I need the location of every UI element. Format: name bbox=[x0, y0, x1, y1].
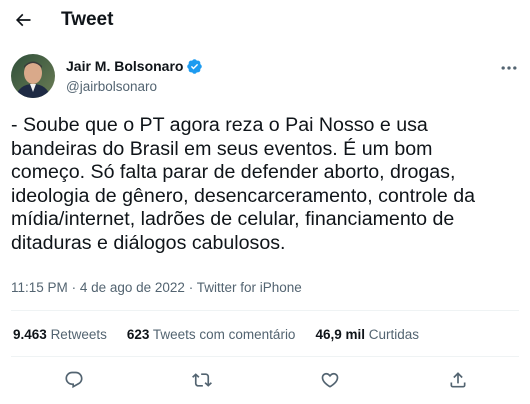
arrow-left-icon bbox=[15, 13, 31, 27]
retweets-count: 9.463 bbox=[13, 327, 47, 342]
likes-count: 46,9 mil bbox=[315, 327, 365, 342]
quotes-count: 623 bbox=[126, 327, 150, 342]
tweet-meta: 11:15 PM · 4 de ago de 2022 · Twitter fo… bbox=[11, 279, 302, 296]
tweet-actions bbox=[0, 362, 530, 398]
more-horizontal-icon bbox=[501, 66, 517, 70]
share-icon bbox=[450, 372, 466, 388]
page-header: Tweet bbox=[0, 0, 530, 40]
quotes-stat[interactable]: 623 Tweets com comentário bbox=[127, 326, 296, 343]
reply-icon bbox=[65, 371, 83, 389]
like-icon bbox=[321, 372, 339, 388]
tweet-stats: 9.463 Retweets 623 Tweets com comentário… bbox=[13, 326, 439, 343]
avatar-image bbox=[11, 54, 55, 98]
tweet-text: - Soube que o PT agora reza o Pai Nosso … bbox=[11, 114, 476, 254]
more-button[interactable] bbox=[498, 58, 520, 78]
reply-button[interactable] bbox=[61, 367, 87, 393]
divider bbox=[11, 310, 519, 311]
share-button[interactable] bbox=[445, 367, 471, 393]
back-button[interactable] bbox=[8, 5, 38, 35]
meta-separator: · bbox=[188, 280, 194, 295]
meta-separator: · bbox=[71, 280, 77, 295]
retweets-stat[interactable]: 9.463 Retweets bbox=[13, 326, 107, 343]
page-title: Tweet bbox=[61, 9, 114, 30]
divider bbox=[11, 356, 519, 357]
retweet-button[interactable] bbox=[189, 367, 215, 393]
verified-badge-icon bbox=[186, 58, 203, 75]
tweet-date[interactable]: 4 de ago de 2022 bbox=[80, 280, 185, 295]
tweet-author: Jair M. Bolsonaro @jairbolsonaro bbox=[0, 48, 530, 104]
avatar[interactable] bbox=[11, 54, 55, 98]
retweets-label: Retweets bbox=[50, 327, 107, 342]
author-display-name: Jair M. Bolsonaro bbox=[66, 58, 184, 74]
like-button[interactable] bbox=[317, 367, 343, 393]
retweet-icon bbox=[192, 373, 212, 387]
quotes-label: Tweets com comentário bbox=[152, 327, 296, 342]
author-handle[interactable]: @jairbolsonaro bbox=[66, 78, 157, 95]
tweet-time[interactable]: 11:15 PM bbox=[11, 280, 68, 295]
likes-label: Curtidas bbox=[368, 327, 420, 342]
likes-stat[interactable]: 46,9 mil Curtidas bbox=[315, 326, 419, 343]
author-name-link[interactable]: Jair M. Bolsonaro bbox=[66, 58, 203, 75]
tweet-source[interactable]: Twitter for iPhone bbox=[197, 280, 302, 295]
